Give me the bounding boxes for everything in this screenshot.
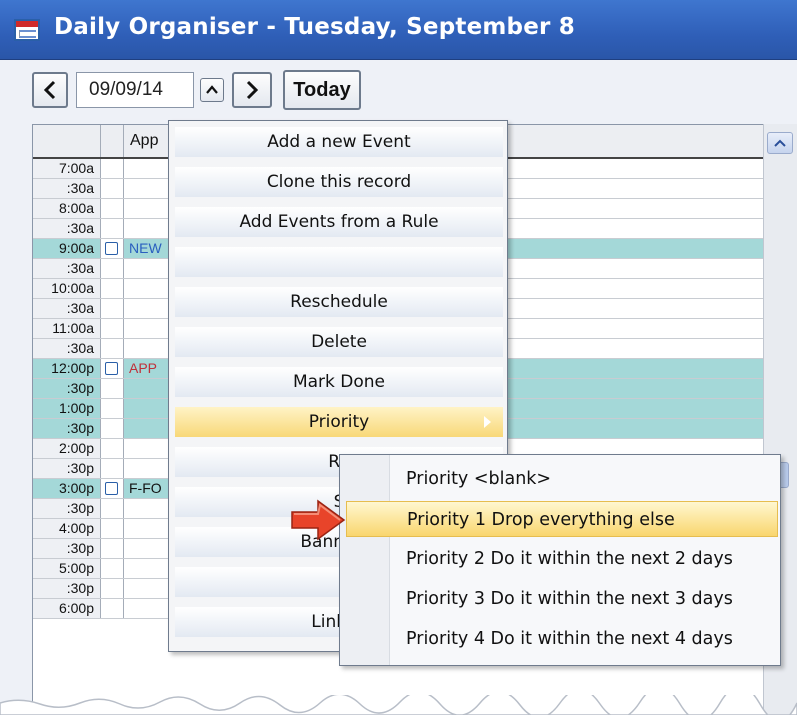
time-label: 12:00p	[33, 359, 101, 378]
event-checkbox[interactable]	[105, 362, 118, 375]
time-label: :30p	[33, 499, 101, 518]
time-label: :30a	[33, 219, 101, 238]
row-mark-cell	[101, 259, 124, 278]
menu-item[interactable]: Delete	[175, 327, 503, 357]
title-bar: Daily Organiser - Tuesday, September 8	[0, 0, 797, 60]
chevron-up-icon	[774, 139, 786, 147]
row-mark-cell	[101, 319, 124, 338]
time-label: :30a	[33, 179, 101, 198]
row-mark-cell	[101, 419, 124, 438]
row-mark-cell	[101, 339, 124, 358]
previous-day-button[interactable]	[32, 72, 68, 108]
priority-submenu: Priority <blank> Priority 1 Drop everythi…	[339, 454, 781, 666]
window-title: Daily Organiser - Tuesday, September 8	[54, 14, 575, 40]
next-day-button[interactable]	[232, 72, 272, 108]
row-mark-cell	[101, 379, 124, 398]
priority-option[interactable]: Priority 4 Do it within the next 4 days	[346, 621, 778, 657]
chevron-right-icon	[246, 80, 259, 100]
event-title[interactable]: NEW	[129, 240, 162, 256]
row-mark-cell	[101, 199, 124, 218]
menu-item-label: Add a new Event	[267, 132, 411, 152]
priority-option[interactable]: Priority <blank>	[346, 461, 778, 497]
event-title[interactable]: APP	[129, 360, 157, 376]
time-label: 1:00p	[33, 399, 101, 418]
menu-item[interactable]	[175, 247, 503, 277]
menu-item[interactable]: Clone this record	[175, 167, 503, 197]
priority-option[interactable]: Priority 2 Do it within the next 2 days	[346, 541, 778, 577]
row-mark-cell	[101, 439, 124, 458]
row-mark-cell	[101, 159, 124, 178]
time-label: 11:00a	[33, 319, 101, 338]
mark-column-header	[101, 125, 124, 157]
row-mark-cell	[101, 459, 124, 478]
appointment-column-header[interactable]: App	[130, 132, 158, 150]
row-mark-cell	[101, 219, 124, 238]
time-label: 3:00p	[33, 479, 101, 498]
pointer-arrow-icon	[291, 499, 346, 541]
row-mark-cell	[101, 539, 124, 558]
row-mark-cell	[101, 499, 124, 518]
time-label: :30p	[33, 579, 101, 598]
menu-item-label: Mark Done	[292, 372, 386, 392]
organiser-window: Daily Organiser - Tuesday, September 8 0…	[0, 0, 797, 715]
row-mark-cell	[101, 279, 124, 298]
row-mark-cell	[101, 179, 124, 198]
row-mark-cell	[101, 559, 124, 578]
submenu-arrow-icon	[484, 416, 491, 428]
date-input[interactable]: 09/09/14	[76, 72, 194, 108]
time-label: 9:00a	[33, 239, 101, 258]
time-label: 6:00p	[33, 599, 101, 618]
event-title[interactable]: F-FO	[129, 480, 162, 496]
torn-edge	[0, 695, 797, 715]
time-label: :30a	[33, 299, 101, 318]
time-label: 7:00a	[33, 159, 101, 178]
menu-item[interactable]: Mark Done	[175, 367, 503, 397]
time-label: :30a	[33, 259, 101, 278]
time-label: 2:00p	[33, 439, 101, 458]
row-mark-cell	[101, 599, 124, 618]
menu-item[interactable]: Priority	[175, 407, 503, 437]
chevron-left-icon	[43, 80, 56, 100]
time-column-header	[33, 125, 101, 157]
priority-option[interactable]: Priority 3 Do it within the next 3 days	[346, 581, 778, 617]
calendar-icon	[14, 19, 40, 41]
menu-item-label: Clone this record	[266, 172, 412, 192]
row-mark-cell	[101, 519, 124, 538]
menu-item[interactable]: Add Events from a Rule	[175, 207, 503, 237]
time-label: :30p	[33, 419, 101, 438]
event-checkbox[interactable]	[105, 482, 118, 495]
menu-item[interactable]: Reschedule	[175, 287, 503, 317]
menu-item-label: Priority	[308, 412, 370, 432]
time-label: :30p	[33, 539, 101, 558]
priority-option[interactable]: Priority 1 Drop everything else	[346, 501, 778, 537]
time-label: 10:00a	[33, 279, 101, 298]
time-label: 4:00p	[33, 519, 101, 538]
time-label: 8:00a	[33, 199, 101, 218]
menu-item-label: Delete	[311, 332, 367, 352]
row-mark-cell	[101, 399, 124, 418]
event-checkbox[interactable]	[105, 242, 118, 255]
time-label: :30a	[33, 339, 101, 358]
toolbar: 09/09/14 Today	[0, 60, 797, 120]
scroll-up-button[interactable]	[767, 132, 793, 154]
date-picker-button[interactable]	[200, 78, 224, 102]
menu-item-label: Add Events from a Rule	[239, 212, 439, 232]
time-label: :30p	[33, 379, 101, 398]
row-mark-cell	[101, 579, 124, 598]
time-label: :30p	[33, 459, 101, 478]
today-button[interactable]: Today	[283, 70, 361, 110]
menu-item-label: Reschedule	[290, 292, 388, 312]
row-mark-cell	[101, 299, 124, 318]
chevron-up-icon	[206, 85, 218, 94]
menu-item[interactable]: Add a new Event	[175, 127, 503, 157]
time-label: 5:00p	[33, 559, 101, 578]
